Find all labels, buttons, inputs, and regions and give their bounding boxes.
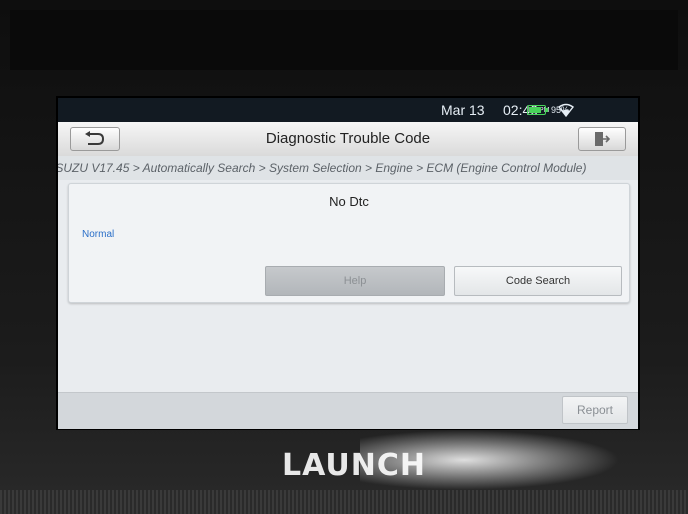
dtc-result-panel: No Dtc Normal Help Code Search [68,183,630,303]
device-bezel-bottom [0,490,688,514]
back-button[interactable] [70,127,120,151]
battery-icon [527,105,546,115]
battery-percent: 95% [551,105,570,115]
system-status-label: Normal [82,229,115,240]
page-title: Diagnostic Trouble Code [265,130,431,147]
help-button[interactable]: Help [265,266,445,296]
status-bar: Mar 13 02:40 PM 95% [58,98,638,122]
exit-button[interactable] [578,127,626,151]
footer-toolbar: Report [58,392,638,429]
back-arrow-icon [85,131,105,145]
battery-fill [529,107,541,113]
battery-tip [546,108,548,112]
report-button[interactable]: Report [562,396,628,424]
exit-icon [595,132,610,146]
breadcrumb: ISUZU V17.45 > Automatically Search > Sy… [58,156,638,180]
status-date: Mar 13 [441,102,485,118]
device-bezel-top [10,10,678,70]
code-search-button[interactable]: Code Search [454,266,622,296]
screen-glare [360,430,620,490]
dtc-message: No Dtc [329,194,369,209]
title-bar: Diagnostic Trouble Code [58,122,638,157]
